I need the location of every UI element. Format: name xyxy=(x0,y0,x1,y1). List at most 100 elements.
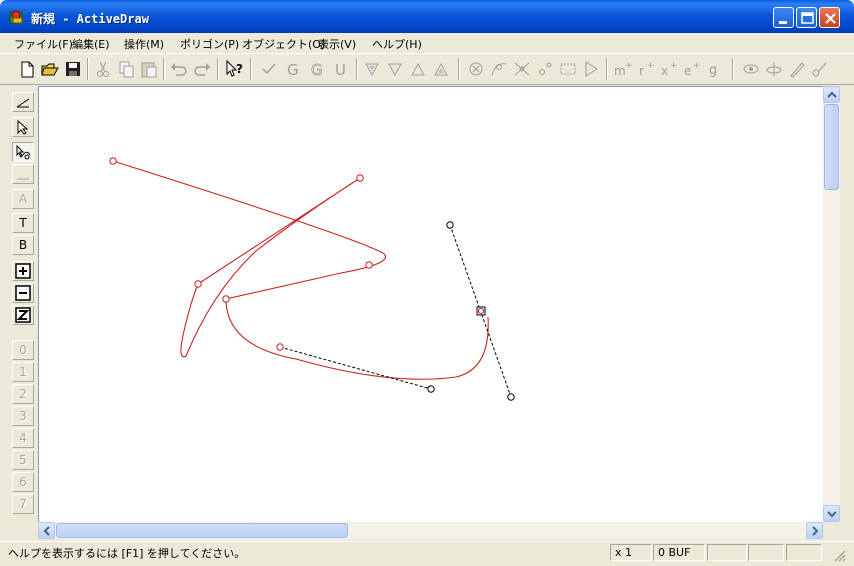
point-icon[interactable] xyxy=(534,58,556,80)
redo-icon[interactable] xyxy=(191,58,213,80)
circle-x-icon[interactable] xyxy=(465,58,487,80)
save-icon[interactable] xyxy=(62,58,84,80)
scroll-down-button[interactable] xyxy=(823,505,840,522)
toolbar-separator xyxy=(356,58,358,80)
scroll-up-button[interactable] xyxy=(823,86,840,103)
node-edit-button[interactable] xyxy=(12,142,34,162)
e-plus-icon[interactable]: e + xyxy=(681,58,703,80)
control-handle[interactable] xyxy=(446,221,454,229)
control-handle[interactable] xyxy=(427,385,435,393)
rectangle-icon[interactable] xyxy=(557,58,579,80)
scroll-right-button[interactable] xyxy=(806,522,823,539)
size-grip-icon[interactable] xyxy=(832,548,846,562)
triangle-up-icon[interactable] xyxy=(407,58,429,80)
menu-object[interactable]: オブジェクト(O) xyxy=(242,36,325,52)
line-tool-button[interactable] xyxy=(12,92,34,112)
minimize-button[interactable] xyxy=(773,7,794,28)
play-icon[interactable] xyxy=(580,58,602,80)
g-small-icon[interactable]: g xyxy=(704,58,726,80)
bezier-curve-segment[interactable] xyxy=(180,177,361,358)
toolbar-separator xyxy=(87,58,89,80)
layer-6-button[interactable]: 6 xyxy=(12,472,34,492)
context-help-icon[interactable]: ? xyxy=(223,58,245,80)
open-folder-icon[interactable] xyxy=(39,58,61,80)
text-t-icon: T xyxy=(19,216,27,230)
layer-4-button[interactable]: 4 xyxy=(12,428,34,448)
menu-file[interactable]: ファイル(F) xyxy=(14,36,73,52)
bezier-curve[interactable] xyxy=(112,160,489,380)
layer-4-icon: 4 xyxy=(19,431,27,445)
close-button[interactable] xyxy=(819,7,840,28)
maximize-button[interactable] xyxy=(796,7,817,28)
zoom-indicator: x 1 xyxy=(610,544,652,561)
control-handle-line xyxy=(279,346,432,390)
minus-box-icon xyxy=(15,285,31,301)
svg-text:+: + xyxy=(670,61,678,71)
menu-view[interactable]: 表示(V) xyxy=(318,36,356,52)
horizontal-scrollbar[interactable] xyxy=(38,522,823,539)
svg-text:+: + xyxy=(625,61,633,71)
x-plus-icon[interactable]: x + xyxy=(658,58,680,80)
scroll-left-button[interactable] xyxy=(38,522,55,539)
u-icon[interactable]: U xyxy=(330,58,352,80)
minus-box-button[interactable] xyxy=(12,283,34,303)
anchor-point[interactable] xyxy=(222,295,230,303)
layer-0-button[interactable]: 0 xyxy=(12,340,34,360)
layer-1-icon: 1 xyxy=(19,365,27,379)
eye-icon[interactable] xyxy=(740,58,762,80)
selected-node[interactable] xyxy=(476,306,486,316)
anchor-point[interactable] xyxy=(194,280,202,288)
menu-edit[interactable]: 編集(E) xyxy=(72,36,110,52)
plus-box-icon xyxy=(15,263,31,279)
pen-node-icon[interactable] xyxy=(809,58,831,80)
copy-icon[interactable] xyxy=(115,58,137,80)
horizontal-scroll-thumb[interactable] xyxy=(56,523,348,538)
text-a-icon: A xyxy=(18,192,28,206)
new-file-icon[interactable] xyxy=(16,58,38,80)
layer-1-button[interactable]: 1 xyxy=(12,362,34,382)
triangle-up-filled-icon[interactable] xyxy=(430,58,452,80)
plus-box-button[interactable] xyxy=(12,261,34,281)
layer-7-button[interactable]: 7 xyxy=(12,494,34,514)
pen-icon[interactable] xyxy=(786,58,808,80)
vertical-scroll-thumb[interactable] xyxy=(824,104,839,190)
drawing-canvas[interactable] xyxy=(38,86,823,522)
text-t-button[interactable]: T xyxy=(12,213,34,233)
text-a-button[interactable]: A xyxy=(12,189,34,209)
m-plus-icon[interactable]: m + xyxy=(612,58,634,80)
rect-tool-button[interactable] xyxy=(12,164,34,184)
layer-3-button[interactable]: 3 xyxy=(12,406,34,426)
g-outline-icon[interactable]: G xyxy=(306,58,328,80)
anchor-point[interactable] xyxy=(109,157,117,165)
select-arrow-icon xyxy=(17,119,29,135)
select-arrow-button[interactable] xyxy=(12,117,34,137)
g-icon[interactable]: G xyxy=(282,58,304,80)
menu-help[interactable]: ヘルプ(H) xyxy=(372,36,422,52)
text-b-button[interactable]: B xyxy=(12,235,34,255)
text-b-icon: B xyxy=(18,238,28,252)
triangle-down-filled-icon[interactable] xyxy=(361,58,383,80)
svg-text:e: e xyxy=(684,64,691,78)
anchor-point[interactable] xyxy=(365,261,373,269)
paste-icon[interactable] xyxy=(138,58,160,80)
cross-node-icon[interactable] xyxy=(511,58,533,80)
r-plus-icon[interactable]: r + xyxy=(635,58,657,80)
layer-5-button[interactable]: 5 xyxy=(12,450,34,470)
toolbar-separator xyxy=(732,58,734,80)
cut-icon[interactable] xyxy=(92,58,114,80)
menu-operation[interactable]: 操作(M) xyxy=(124,36,164,52)
undo-icon[interactable] xyxy=(168,58,190,80)
svg-text:x: x xyxy=(661,64,668,78)
vertical-scrollbar[interactable] xyxy=(823,86,840,522)
z-box-button[interactable] xyxy=(12,305,34,325)
node-icon[interactable] xyxy=(488,58,510,80)
menu-polygon[interactable]: ポリゴン(P) xyxy=(180,36,239,52)
anchor-point[interactable] xyxy=(356,174,364,182)
control-handle[interactable] xyxy=(507,393,515,401)
rotate-icon[interactable] xyxy=(763,58,785,80)
layer-2-button[interactable]: 2 xyxy=(12,384,34,404)
check-icon[interactable] xyxy=(258,58,280,80)
drawing-surface[interactable] xyxy=(39,87,824,523)
anchor-point[interactable] xyxy=(276,343,284,351)
triangle-down-icon[interactable] xyxy=(384,58,406,80)
